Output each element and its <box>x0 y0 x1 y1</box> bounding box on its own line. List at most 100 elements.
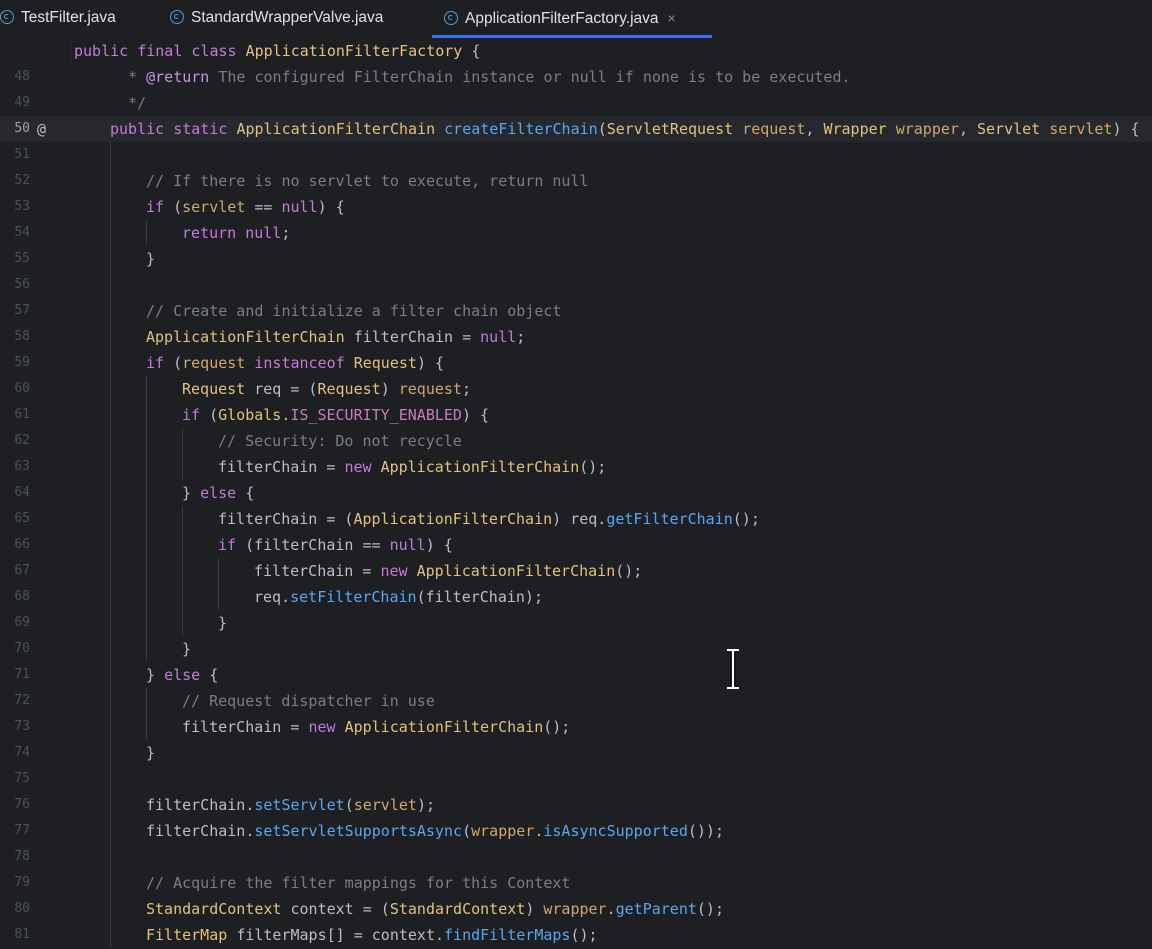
line-number: 54 <box>14 225 30 240</box>
code-line[interactable]: 79 // Acquire the filter mappings for thi… <box>0 870 1152 896</box>
indent-guide <box>146 714 147 740</box>
code-text: filterChain = (ApplicationFilterChain) r… <box>218 506 760 532</box>
code-line[interactable]: 71} else { <box>0 662 1152 688</box>
code-token: final <box>137 42 192 60</box>
code-line[interactable]: 75 <box>0 766 1152 792</box>
code-line[interactable]: 77 filterChain.setServletSupportsAsync(wr… <box>0 818 1152 844</box>
code-token: IS_SECURITY_ENABLED <box>290 406 462 424</box>
indent-guide <box>110 246 111 272</box>
code-line[interactable]: 58 ApplicationFilterChain filterChain = n… <box>0 324 1152 350</box>
indent-guide <box>182 558 183 584</box>
code-token: filterChain. <box>146 796 255 814</box>
line-number: 78 <box>14 849 30 864</box>
sticky-header-line: 34 public final class ApplicationFilterF… <box>0 38 1152 84</box>
indent-guide <box>110 402 111 428</box>
code-token: request <box>742 120 806 138</box>
code-token: ) { <box>461 406 490 424</box>
code-line[interactable]: 74} <box>0 740 1152 766</box>
code-line[interactable]: 57 // Create and initialize a filter chai… <box>0 298 1152 324</box>
code-token: ServletRequest <box>606 120 743 138</box>
code-line[interactable]: 61 if (Globals.IS_SECURITY_ENABLED) { <box>0 402 1152 428</box>
code-token: // Request dispatcher in use <box>182 692 435 710</box>
override-marker-icon[interactable]: @ <box>37 116 46 142</box>
code-line[interactable]: 76 filterChain.setServlet(servlet); <box>0 792 1152 818</box>
code-line[interactable]: 55} <box>0 246 1152 272</box>
code-token: (); <box>579 458 607 476</box>
indent-guide <box>146 480 147 506</box>
code-token: servlet <box>182 198 246 216</box>
code-line[interactable]: 66 if (filterChain == null) { <box>0 532 1152 558</box>
tab-applicationfilterfactory[interactable]: ApplicationFilterFactory.java × <box>432 0 712 38</box>
code-token: == <box>245 198 282 216</box>
code-text: filterChain.setServletSupportsAsync(wrap… <box>146 818 724 844</box>
line-number: 68 <box>14 589 30 604</box>
code-line[interactable]: 60 Request req = (Request) request; <box>0 376 1152 402</box>
line-number: 63 <box>14 459 30 474</box>
code-line[interactable]: 48 * @return The configured FilterChain … <box>0 64 1152 90</box>
code-token: filterChain. <box>146 822 255 840</box>
indent-guide <box>110 584 111 610</box>
code-line[interactable]: 63 filterChain = new ApplicationFilterCha… <box>0 454 1152 480</box>
close-icon[interactable]: × <box>668 10 676 26</box>
code-line[interactable]: 54 return null; <box>0 220 1152 246</box>
code-token: Wrapper <box>823 120 896 138</box>
code-token: filterChain = <box>218 458 345 476</box>
code-token: (); <box>696 900 724 918</box>
indent-guide <box>110 532 111 558</box>
code-line[interactable]: 62 // Security: Do not recycle <box>0 428 1152 454</box>
line-number: 71 <box>14 667 30 682</box>
code-token: ( <box>173 354 183 372</box>
code-token: ) <box>380 380 399 398</box>
indent-guide <box>146 220 147 246</box>
code-line[interactable]: 69} <box>0 610 1152 636</box>
code-token: (); <box>732 510 760 528</box>
tab-testfilter[interactable]: TestFilter.java <box>0 0 116 36</box>
class-icon <box>0 9 14 24</box>
code-line[interactable]: 51 <box>0 142 1152 168</box>
code-token: new <box>344 458 381 476</box>
code-line[interactable]: 67 filterChain = new ApplicationFilterCha… <box>0 558 1152 584</box>
code-token: isAsyncSupported <box>543 822 688 840</box>
code-token: if <box>182 406 210 424</box>
code-token: ApplicationFilterChain <box>416 562 616 580</box>
code-line[interactable]: 56 <box>0 272 1152 298</box>
code-token: (filterChain == <box>245 536 390 554</box>
code-line[interactable]: 49 */ <box>0 90 1152 116</box>
code-token: filterChain = <box>254 562 381 580</box>
indent-guide <box>110 896 111 922</box>
code-text: req.setFilterChain(filterChain); <box>254 584 543 610</box>
code-line[interactable]: 78 <box>0 844 1152 870</box>
code-line[interactable]: 50 @ public static ApplicationFilterChain … <box>0 116 1152 142</box>
indent-guide <box>146 506 147 532</box>
code-token: if <box>218 536 246 554</box>
indent-guide <box>110 194 111 220</box>
code-line[interactable]: 70} <box>0 636 1152 662</box>
code-token: (filterChain); <box>416 588 543 606</box>
code-line[interactable]: 72 // Request dispatcher in use <box>0 688 1152 714</box>
code-token: Request <box>317 380 381 398</box>
indent-guide <box>146 688 147 714</box>
code-line[interactable]: 80 StandardContext context = (StandardCon… <box>0 896 1152 922</box>
code-token: Request <box>182 380 255 398</box>
code-line[interactable]: 64} else { <box>0 480 1152 506</box>
line-number: 75 <box>14 771 30 786</box>
code-line[interactable]: 52 // If there is no servlet to execute, … <box>0 168 1152 194</box>
code-line[interactable]: 59 if (request instanceof Request) { <box>0 350 1152 376</box>
indent-guide <box>146 376 147 402</box>
tab-label: StandardWrapperValve.java <box>191 9 384 26</box>
indent-guide <box>110 272 111 298</box>
tab-standardwrappervalve[interactable]: StandardWrapperValve.java <box>170 0 383 36</box>
code-editor[interactable]: 48 * @return The configured FilterChain … <box>0 64 1152 949</box>
code-token: context = ( <box>290 900 390 918</box>
code-line[interactable]: 73 filterChain = new ApplicationFilterCha… <box>0 714 1152 740</box>
tab-label: TestFilter.java <box>21 9 116 26</box>
code-line[interactable]: 68 req.setFilterChain(filterChain); <box>0 584 1152 610</box>
line-number: 81 <box>14 927 30 942</box>
code-line[interactable]: 81 FilterMap filterMaps[] = context.findF… <box>0 922 1152 948</box>
code-text: // Create and initialize a filter chain … <box>146 298 561 324</box>
code-token: new <box>308 718 345 736</box>
code-line[interactable]: 65 filterChain = (ApplicationFilterChain)… <box>0 506 1152 532</box>
code-token: ) { <box>416 354 445 372</box>
indent-guide <box>218 558 219 584</box>
code-line[interactable]: 53 if (servlet == null) { <box>0 194 1152 220</box>
